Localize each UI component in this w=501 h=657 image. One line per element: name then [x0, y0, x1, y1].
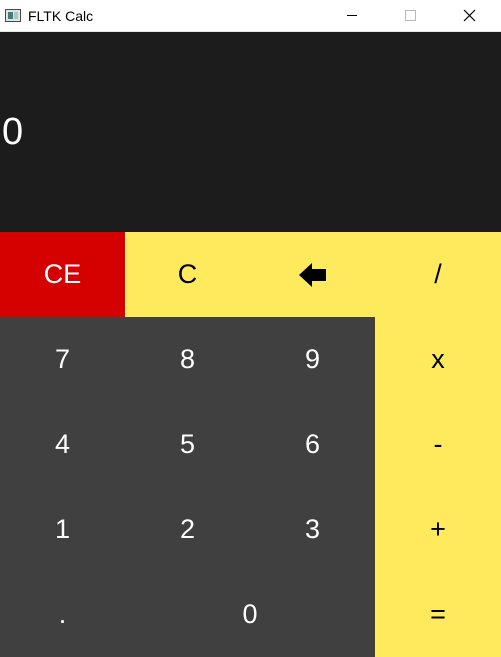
backspace-button[interactable]	[250, 232, 375, 317]
digit-5-button[interactable]: 5	[125, 402, 250, 487]
equals-button[interactable]: =	[375, 572, 501, 657]
keypad: CE C / 7 8 9 x 4 5 6 - 1 2 3 + . 0 =	[0, 232, 501, 657]
digit-4-button[interactable]: 4	[0, 402, 125, 487]
digit-1-button[interactable]: 1	[0, 487, 125, 572]
calculator-display: 0	[0, 32, 501, 232]
display-value: 0	[2, 111, 24, 153]
digit-2-button[interactable]: 2	[125, 487, 250, 572]
multiply-button[interactable]: x	[375, 317, 501, 402]
digit-7-button[interactable]: 7	[0, 317, 125, 402]
digit-3-button[interactable]: 3	[250, 487, 375, 572]
clear-button[interactable]: C	[125, 232, 250, 317]
close-icon	[463, 9, 476, 22]
minimize-button[interactable]	[329, 0, 375, 31]
decimal-button[interactable]: .	[0, 572, 125, 657]
window-title: FLTK Calc	[28, 8, 94, 24]
add-button[interactable]: +	[375, 487, 501, 572]
app-icon	[5, 9, 21, 22]
digit-6-button[interactable]: 6	[250, 402, 375, 487]
close-button[interactable]	[446, 0, 492, 31]
divide-button[interactable]: /	[375, 232, 501, 317]
digit-9-button[interactable]: 9	[250, 317, 375, 402]
maximize-button[interactable]	[387, 0, 433, 31]
clear-entry-button[interactable]: CE	[0, 232, 125, 317]
title-bar[interactable]: FLTK Calc	[0, 0, 501, 32]
digit-8-button[interactable]: 8	[125, 317, 250, 402]
backspace-arrow-icon	[298, 262, 326, 287]
minimize-icon	[347, 15, 357, 16]
calculator-window: FLTK Calc 0 CE C / 7 8 9 x 4 5 6 - 1 2 3…	[0, 0, 501, 657]
maximize-icon	[405, 10, 416, 21]
subtract-button[interactable]: -	[375, 402, 501, 487]
digit-0-button[interactable]: 0	[125, 572, 375, 657]
